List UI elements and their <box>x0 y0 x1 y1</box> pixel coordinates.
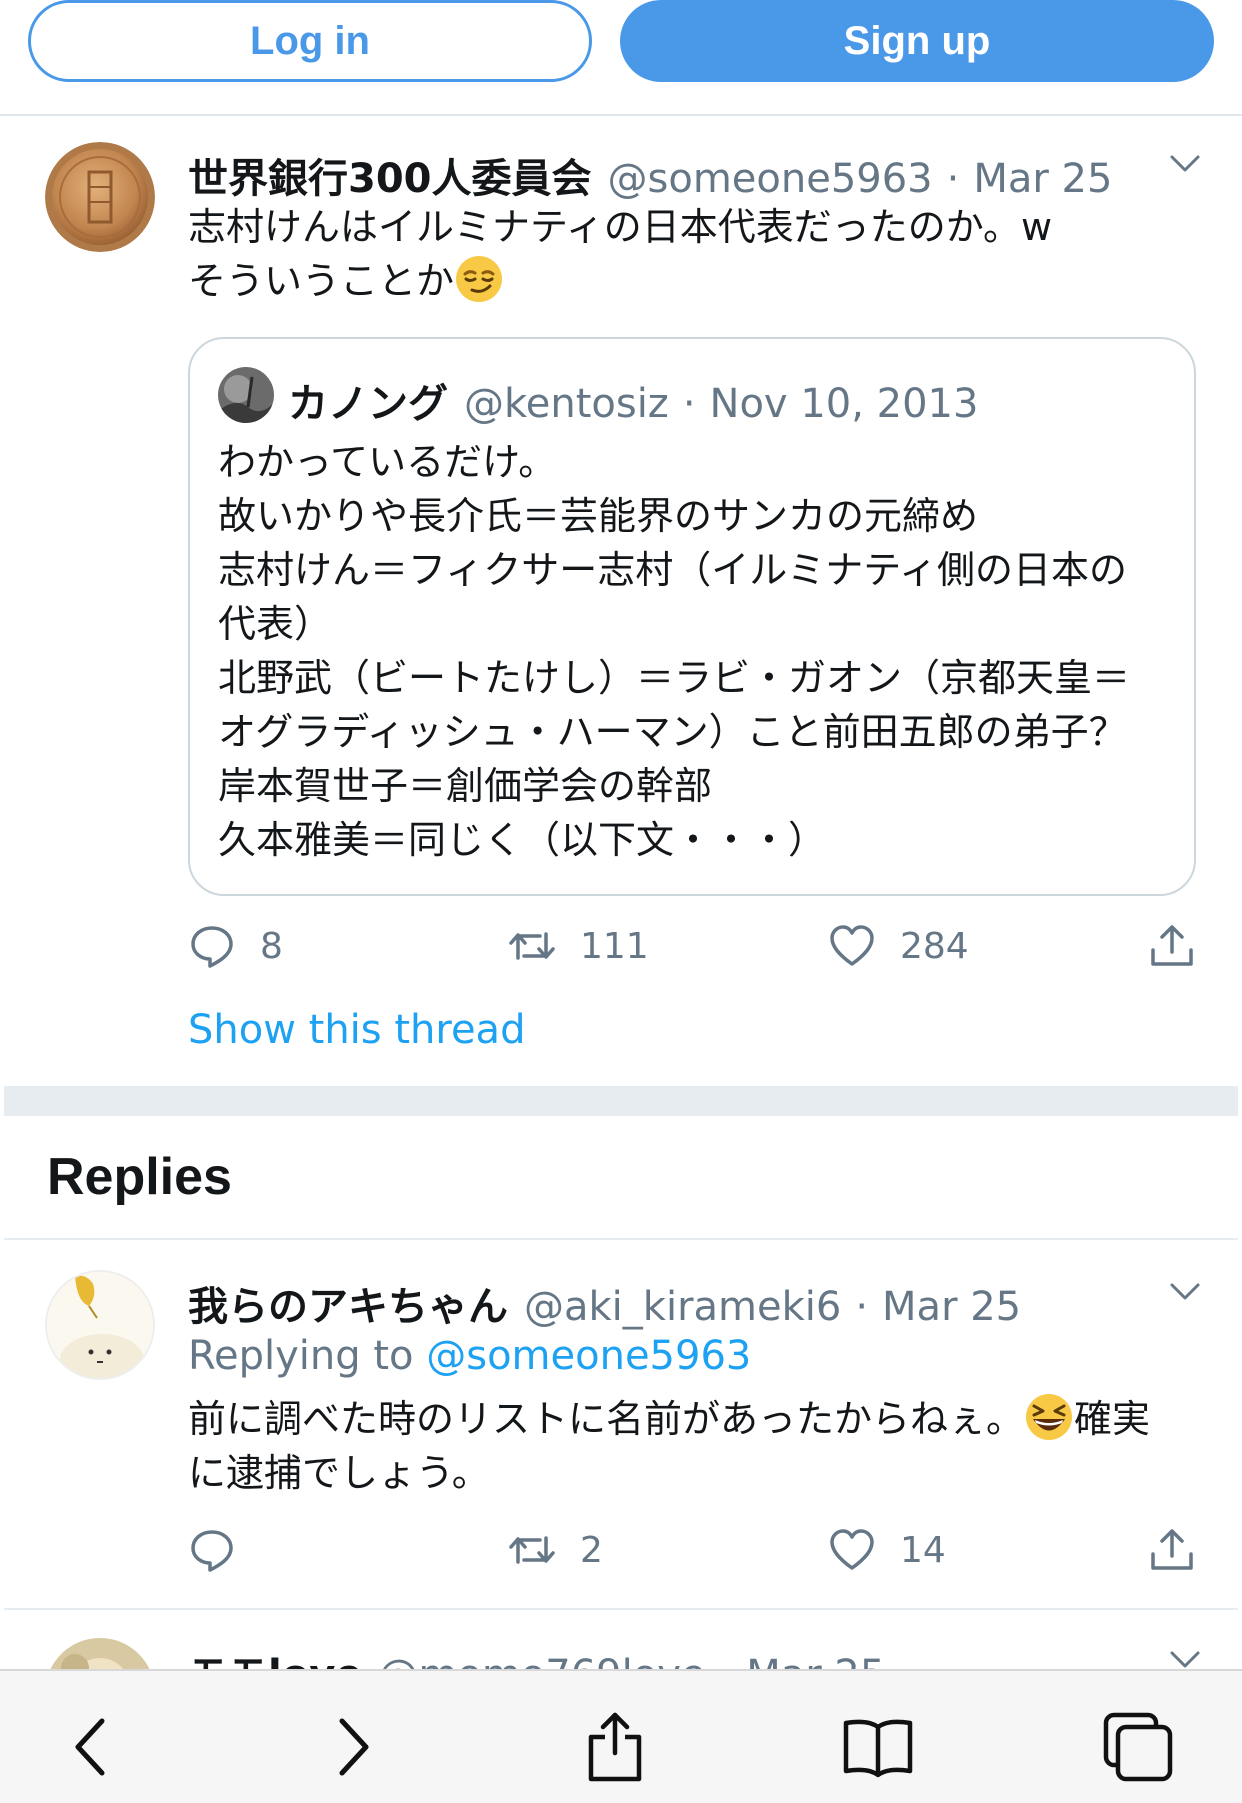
tweet-date[interactable]: Mar 25 <box>973 156 1112 202</box>
quoted-text-line: 代表） <box>218 602 333 646</box>
tweet-text-line: に逮捕でしょう。 <box>188 1451 490 1495</box>
quoted-text-line: 岸本賀世子＝創価学会の幹部 <box>218 764 713 808</box>
heart-icon <box>830 1529 874 1570</box>
retweet-icon <box>509 1536 555 1564</box>
quoted-tweet-header: カノング @kentosiz · Nov 10, 2013 <box>288 371 978 429</box>
tweet-text-line: 前に調べた時のリストに名前があったからねぇ。 確実 <box>188 1392 1150 1446</box>
replying-to-label: Replying to <box>188 1333 427 1379</box>
bookmarks-icon <box>843 1719 913 1778</box>
heart-icon <box>830 925 874 966</box>
share-sheet-button[interactable] <box>575 1707 655 1787</box>
like-count: 284 <box>900 925 969 967</box>
tabs-icon <box>1103 1712 1173 1782</box>
tweet-date[interactable]: Mar 25 <box>882 1284 1021 1330</box>
tweet-header: 我らのアキちゃん @aki_kirameki6 · Mar 25 <box>188 1274 1021 1332</box>
mention-link[interactable]: @someone5963 <box>426 1333 751 1379</box>
tweet-text-line: そういうことか <box>188 254 1052 308</box>
section-divider <box>4 1086 1238 1116</box>
tweet-actions: 2 14 <box>188 1526 1208 1586</box>
reply-icon <box>191 1530 233 1572</box>
tweet-actions: 8 111 284 <box>188 922 1208 982</box>
display-name[interactable]: 世界銀行300人委員会 <box>188 146 592 204</box>
main-tweet: 世界銀行300人委員会 @someone5963 · Mar 25 志村けんはイ… <box>0 0 1242 1086</box>
like-button[interactable]: 284 <box>828 922 969 970</box>
back-button[interactable] <box>52 1707 132 1787</box>
separator: · <box>855 1284 869 1330</box>
share-icon <box>1151 925 1193 966</box>
share-button[interactable] <box>1148 922 1196 970</box>
chevron-down-icon[interactable] <box>1168 1274 1202 1308</box>
reply-count: 8 <box>260 925 283 967</box>
quoted-text-line: わかっているだけ。 <box>218 440 557 484</box>
separator: · <box>682 381 696 427</box>
avatar[interactable] <box>218 367 274 423</box>
quoted-tweet[interactable]: カノング @kentosiz · Nov 10, 2013 わかっているだけ。 … <box>188 337 1196 896</box>
tabs-button[interactable] <box>1098 1707 1178 1787</box>
retweet-icon <box>509 932 555 960</box>
like-count: 14 <box>900 1529 946 1571</box>
quoted-text-line: 北野武（ビートたけし）＝ラビ・ガオン（京都天皇＝ <box>218 656 1131 700</box>
divider <box>4 1238 1238 1240</box>
display-name[interactable]: 我らのアキちゃん <box>188 1274 508 1332</box>
quoted-text-line: オグラディッシュ・ハーマン）こと前田五郎の弟子？ <box>218 710 1127 754</box>
back-icon <box>75 1718 105 1776</box>
tweet-text-segment: そういうことか <box>188 259 455 303</box>
show-thread-link[interactable]: Show this thread <box>188 1007 525 1053</box>
quoted-text-line: 故いかりや長介氏＝芸能界のサンカの元締め <box>218 494 979 538</box>
retweet-count: 111 <box>580 925 649 967</box>
tweet-text-segment: 確実 <box>1074 1397 1151 1441</box>
retweet-button[interactable]: 2 <box>508 1526 603 1574</box>
forward-button[interactable] <box>312 1707 392 1787</box>
tweet-text: 志村けんはイルミナティの日本代表だったのか。w そういうことか <box>188 200 1052 308</box>
replies-heading: Replies <box>47 1148 232 1206</box>
tweet-text-line: 志村けんはイルミナティの日本代表だったのか。w <box>188 205 1053 249</box>
divider <box>4 1608 1238 1610</box>
bookmarks-button[interactable] <box>838 1707 918 1787</box>
avatar[interactable] <box>45 142 155 252</box>
share-button[interactable] <box>1148 1526 1196 1574</box>
tweet-text-segment: 前に調べた時のリストに名前があったからねぇ。 <box>188 1397 1025 1441</box>
quoted-tweet-text: わかっているだけ。 故いかりや長介氏＝芸能界のサンカの元締め 志村けん＝フィクサ… <box>218 435 1130 867</box>
chevron-down-icon[interactable] <box>1168 146 1202 180</box>
quoted-text-line: 久本雅美＝同じく（以下文・・・） <box>218 818 827 862</box>
avatar[interactable] <box>45 1270 155 1380</box>
tweet-header: 世界銀行300人委員会 @someone5963 · Mar 25 <box>188 146 1112 204</box>
reply-icon <box>191 926 233 968</box>
reply-button[interactable] <box>188 1526 260 1574</box>
replying-to: Replying to @someone5963 <box>188 1333 751 1379</box>
quoted-tweet-date: Nov 10, 2013 <box>709 381 979 427</box>
separator: · <box>946 156 960 202</box>
forward-icon <box>339 1718 369 1776</box>
user-handle[interactable]: @someone5963 <box>608 156 933 202</box>
grinning-squinting-face-icon <box>1026 1394 1073 1440</box>
retweet-count: 2 <box>580 1529 603 1571</box>
share-icon <box>588 1712 642 1782</box>
retweet-button[interactable]: 111 <box>508 922 649 970</box>
smirking-face-icon <box>456 256 503 302</box>
quoted-text-line: 志村けん＝フィクサー志村（イルミナティ側の日本の <box>218 548 1127 592</box>
tweet-text: 前に調べた時のリストに名前があったからねぇ。 確実 に逮捕でしょう。 <box>188 1392 1150 1500</box>
reply-button[interactable]: 8 <box>188 922 283 970</box>
user-handle[interactable]: @aki_kirameki6 <box>524 1284 841 1330</box>
like-button[interactable]: 14 <box>828 1526 946 1574</box>
share-icon <box>1151 1529 1193 1570</box>
quoted-display-name: カノング <box>288 381 448 427</box>
browser-toolbar <box>0 1669 1242 1803</box>
quoted-user-handle: @kentosiz <box>464 381 669 427</box>
